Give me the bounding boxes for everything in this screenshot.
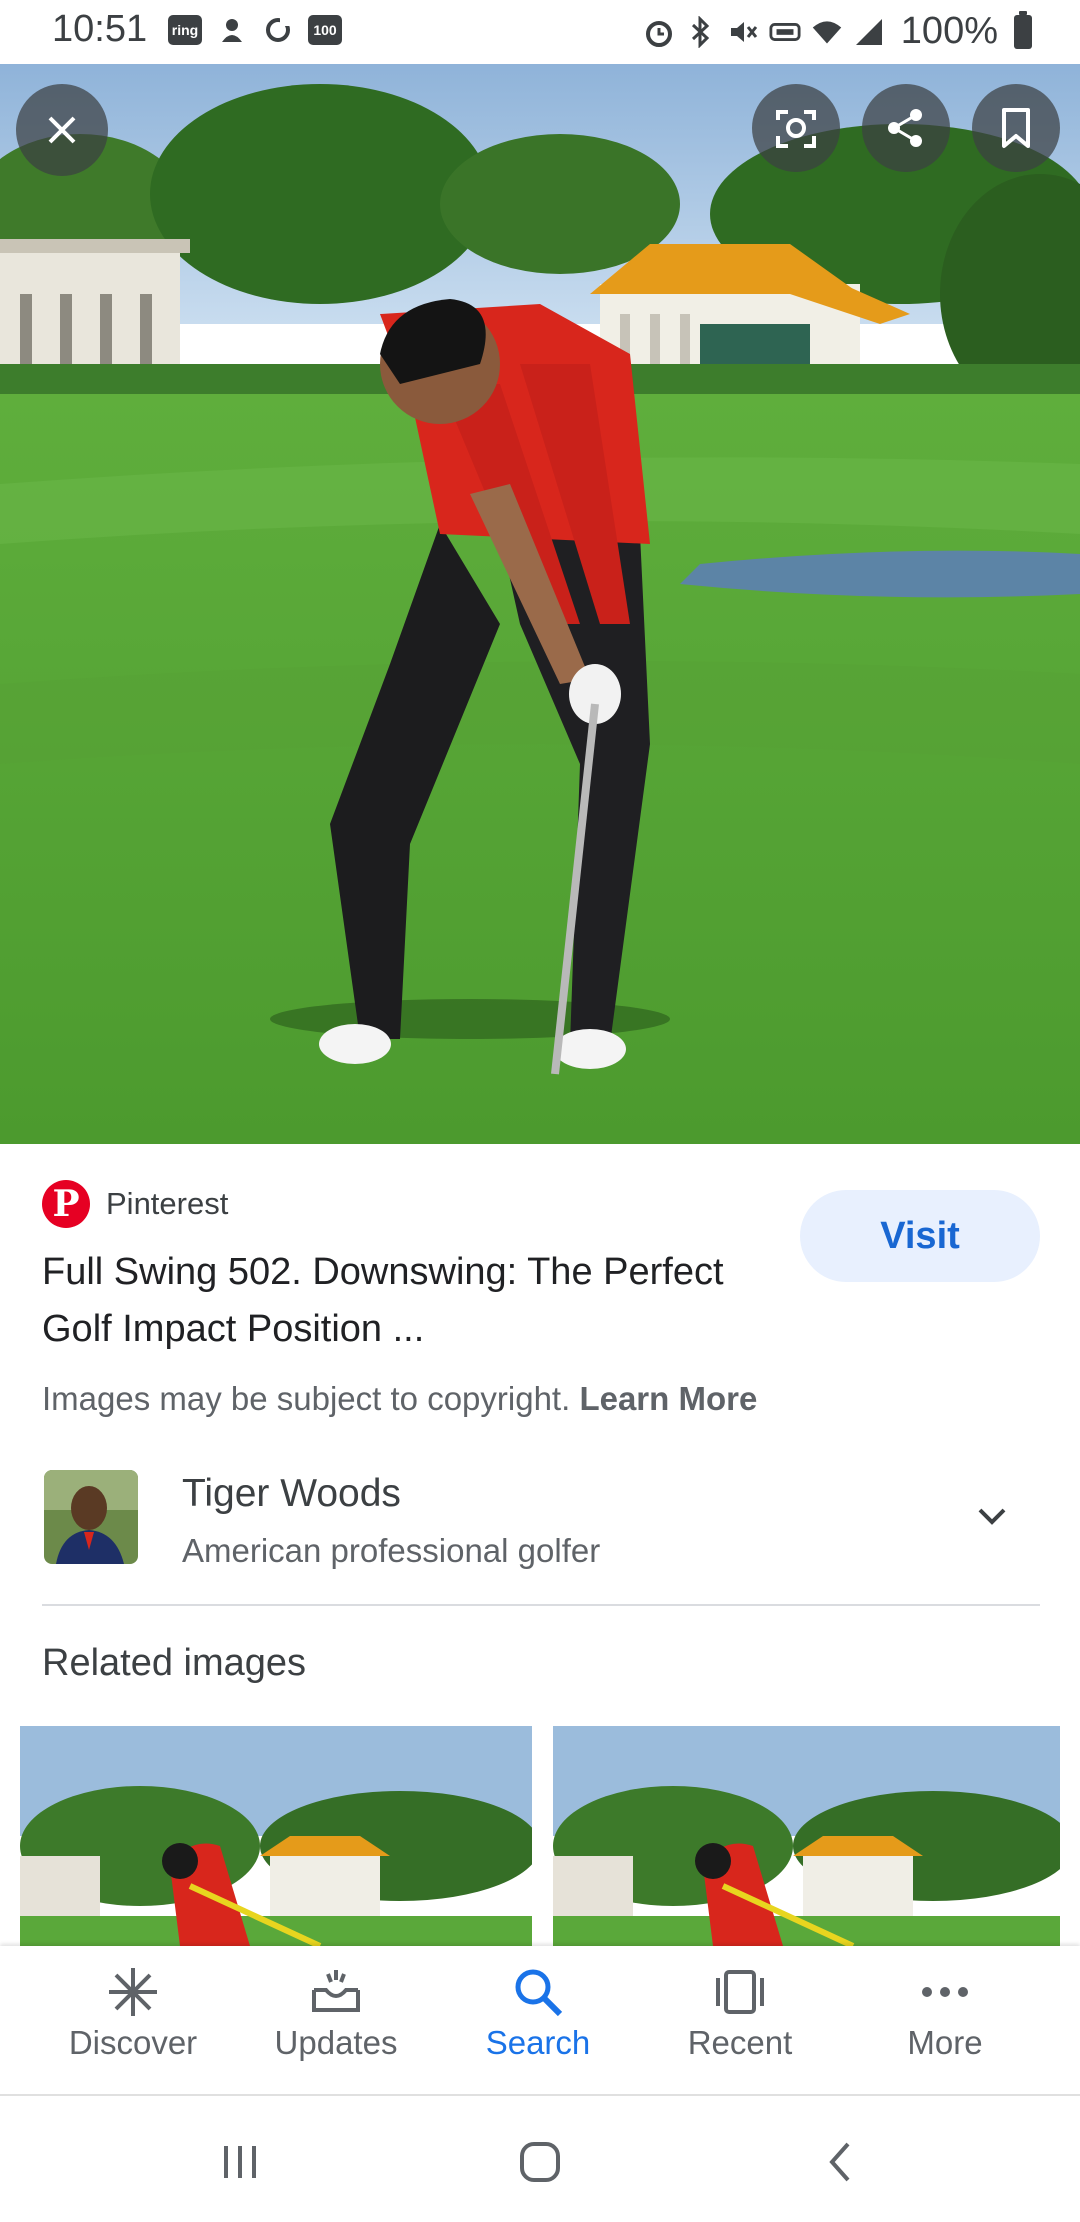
entity-description: American professional golfer [182,1532,601,1569]
badge-100-icon: 100 [308,15,342,45]
alarm-icon [643,16,675,48]
nav-discover[interactable]: Discover [33,1960,233,2080]
system-navigation [0,2094,1080,2222]
entity-name: Tiger Woods [182,1472,401,1515]
back-button[interactable] [800,2122,880,2202]
battery-icon [1014,10,1032,49]
asterisk-icon [33,1960,233,2024]
share-icon [888,109,922,147]
lens-icon [776,110,816,148]
nav-updates[interactable]: Updates [236,1960,436,2080]
nav-updates-label: Updates [274,2024,398,2061]
home-button[interactable] [500,2122,580,2202]
hero-image[interactable] [0,64,1080,1144]
home-icon [520,2142,560,2182]
pinterest-logo-icon: P [42,1180,90,1228]
lens-button[interactable] [752,84,840,172]
ring-app-icon: ring [168,15,202,45]
source-row[interactable]: P Pinterest [42,1180,228,1228]
signal-icon [853,16,885,48]
battery-percent: 100% [900,10,998,52]
bookmark-button[interactable] [972,84,1060,172]
bluetooth-icon [685,15,717,48]
nav-more[interactable]: More [845,1960,1045,2080]
bottom-navigation: Discover Updates Search Recent More [0,1946,1080,2094]
close-button[interactable] [16,84,108,176]
nav-more-label: More [907,2024,983,2061]
recents-icon [224,2146,256,2178]
entity-card[interactable]: Tiger Woods American professional golfer [42,1468,1040,1604]
related-images-grid [20,1726,1060,1946]
status-right-icons: 100% [643,10,1032,53]
visit-button[interactable]: Visit [800,1190,1040,1282]
volte-icon [769,16,801,48]
bookmark-icon [1002,108,1030,148]
close-icon [48,116,76,144]
nav-discover-label: Discover [68,2024,198,2061]
golfer-photo [0,64,1080,1144]
status-time: 10:51 [52,8,148,50]
divider [42,1604,1040,1606]
source-name: Pinterest [106,1186,229,1221]
sync-icon [262,14,294,46]
entity-avatar [44,1470,138,1564]
more-dots-icon [845,1960,1045,2024]
back-icon [829,2142,850,2182]
expand-entity-button[interactable] [968,1492,1016,1540]
mute-icon [727,16,759,48]
search-icon [438,1960,638,2024]
share-button[interactable] [862,84,950,172]
related-image-2[interactable] [553,1726,1060,1946]
recent-icon [640,1960,840,2024]
related-images-heading: Related images [42,1642,307,1684]
status-bar: 10:51 ring 100 100% [0,0,1080,64]
chevron-down-icon [978,1508,1006,1525]
updates-tray-icon [236,1960,436,2024]
nav-recent-label: Recent [687,2024,793,2061]
copyright-notice: Images may be subject to copyright. Lear… [42,1380,757,1418]
nav-search[interactable]: Search [438,1960,638,2080]
status-left-icons: ring 100 [168,14,342,46]
nav-recent[interactable]: Recent [640,1960,840,2080]
wifi-icon [811,16,843,48]
notification-icon [216,14,248,46]
nav-search-label: Search [485,2024,591,2061]
learn-more-link[interactable]: Learn More [579,1380,757,1417]
copyright-text: Images may be subject to copyright. [42,1380,571,1417]
recents-button[interactable] [200,2122,280,2202]
result-title[interactable]: Full Swing 502. Downswing: The Perfect G… [42,1244,762,1358]
related-image-1[interactable] [20,1726,532,1946]
